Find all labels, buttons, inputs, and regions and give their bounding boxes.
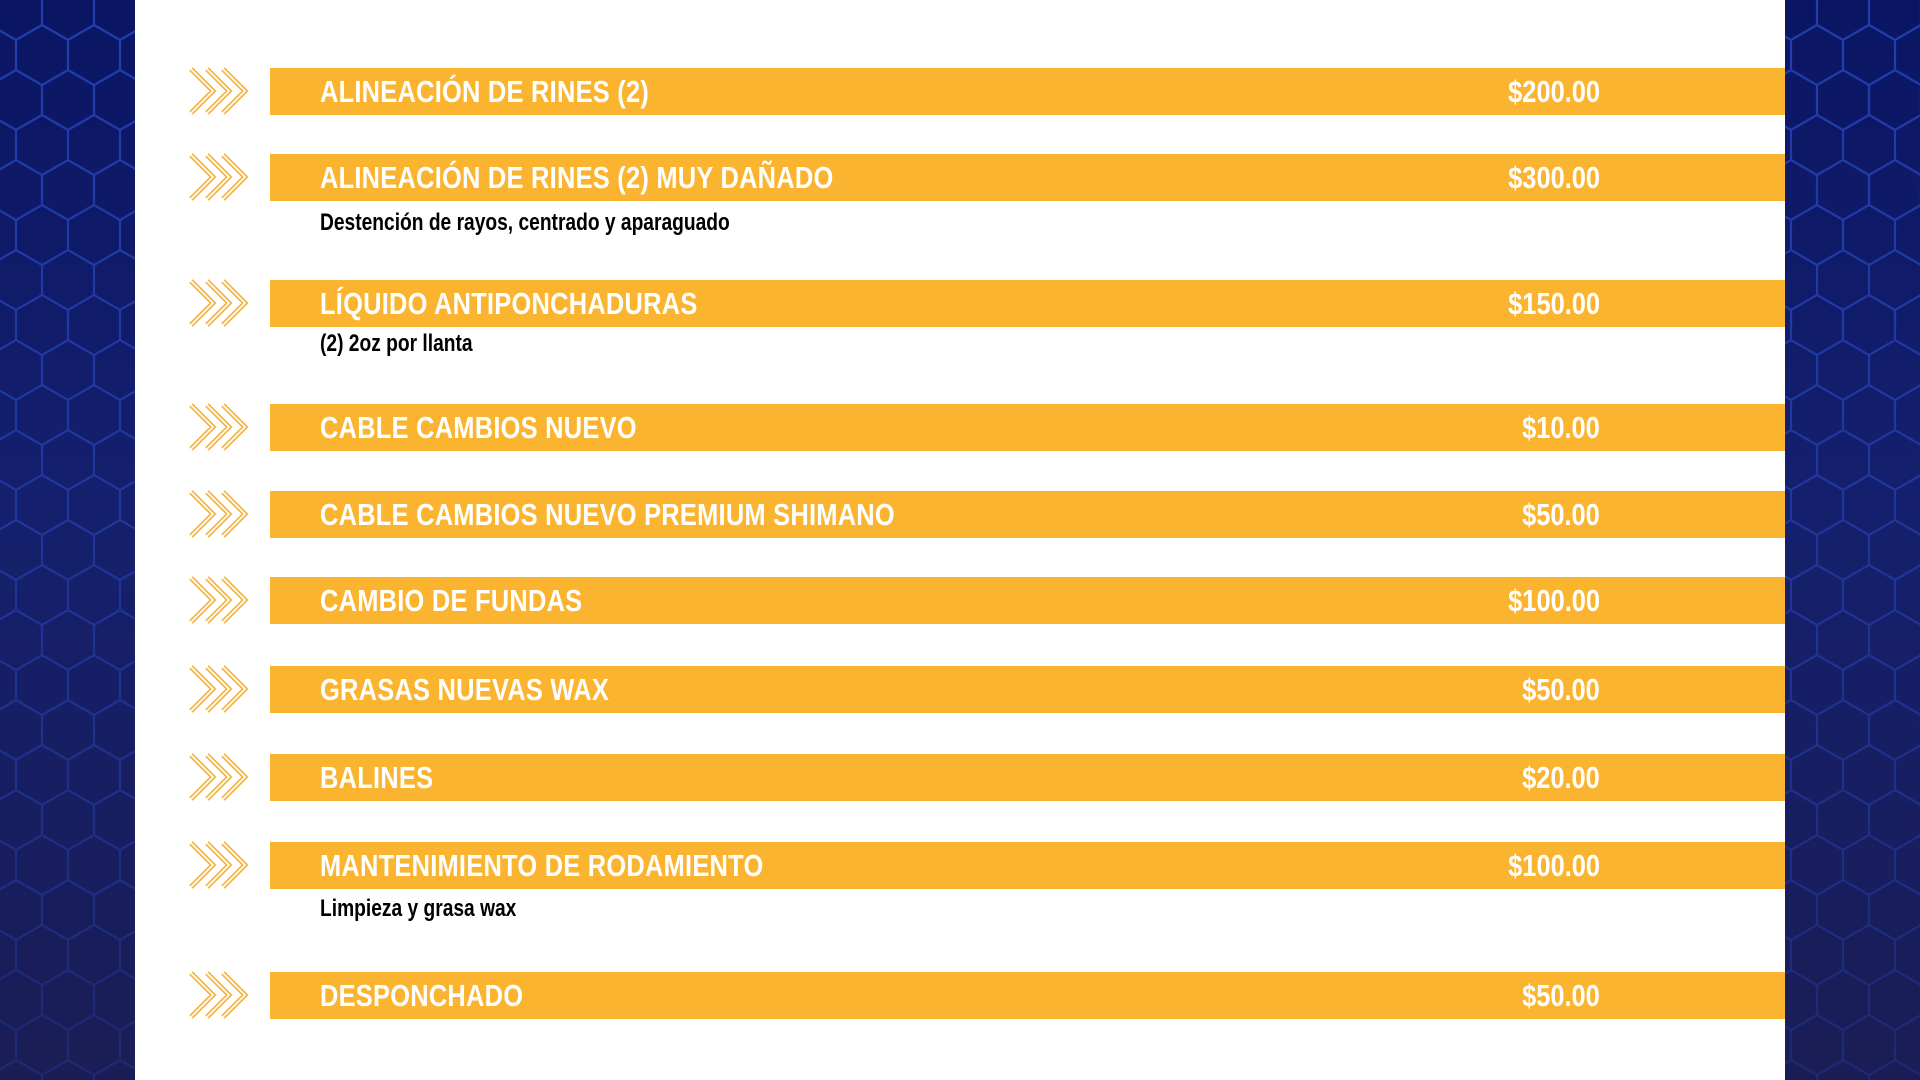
item-bar: CABLE CAMBIOS NUEVO $10.00 bbox=[270, 404, 1785, 451]
item-bar: MANTENIMIENTO DE RODAMIENTO $100.00 bbox=[270, 842, 1785, 889]
triple-chevron-right-icon bbox=[189, 490, 249, 538]
triple-chevron-right-icon bbox=[189, 153, 249, 201]
item-name: CAMBIO DE FUNDAS bbox=[320, 583, 583, 618]
item-bar: DESPONCHADO $50.00 bbox=[270, 972, 1785, 1019]
triple-chevron-right-icon bbox=[189, 665, 249, 713]
item-price: $100.00 bbox=[1508, 848, 1600, 883]
item-name: BALINES bbox=[320, 760, 434, 795]
item-price: $50.00 bbox=[1522, 978, 1600, 1013]
triple-chevron-right-icon bbox=[189, 971, 249, 1019]
item-price: $10.00 bbox=[1522, 410, 1600, 445]
item-price: $300.00 bbox=[1508, 160, 1600, 195]
item-name: CABLE CAMBIOS NUEVO bbox=[320, 410, 637, 445]
item-description: Destención de rayos, centrado y aparagua… bbox=[320, 209, 730, 236]
hexagon-pattern-right bbox=[1785, 0, 1920, 1080]
triple-chevron-right-icon bbox=[189, 67, 249, 115]
item-bar: LÍQUIDO ANTIPONCHADURAS $150.00 bbox=[270, 280, 1785, 327]
item-price: $200.00 bbox=[1508, 74, 1600, 109]
item-name: LÍQUIDO ANTIPONCHADURAS bbox=[320, 286, 698, 321]
item-name: ALINEACIÓN DE RINES (2) bbox=[320, 74, 650, 109]
item-name: ALINEACIÓN DE RINES (2) MUY DAÑADO bbox=[320, 160, 834, 195]
triple-chevron-right-icon bbox=[189, 841, 249, 889]
price-list: ALINEACIÓN DE RINES (2) $200.00 ALINEACI… bbox=[135, 0, 1785, 1080]
item-price: $50.00 bbox=[1522, 497, 1600, 532]
triple-chevron-right-icon bbox=[189, 403, 249, 451]
item-bar: GRASAS NUEVAS WAX $50.00 bbox=[270, 666, 1785, 713]
triple-chevron-right-icon bbox=[189, 279, 249, 327]
item-name: MANTENIMIENTO DE RODAMIENTO bbox=[320, 848, 764, 883]
item-name: CABLE CAMBIOS NUEVO PREMIUM SHIMANO bbox=[320, 497, 895, 532]
item-bar: ALINEACIÓN DE RINES (2) $200.00 bbox=[270, 68, 1785, 115]
item-bar: CAMBIO DE FUNDAS $100.00 bbox=[270, 577, 1785, 624]
item-bar: ALINEACIÓN DE RINES (2) MUY DAÑADO $300.… bbox=[270, 154, 1785, 201]
triple-chevron-right-icon bbox=[189, 576, 249, 624]
item-price: $20.00 bbox=[1522, 760, 1600, 795]
triple-chevron-right-icon bbox=[189, 753, 249, 801]
item-price: $50.00 bbox=[1522, 672, 1600, 707]
item-price: $100.00 bbox=[1508, 583, 1600, 618]
item-bar: BALINES $20.00 bbox=[270, 754, 1785, 801]
item-description: Limpieza y grasa wax bbox=[320, 895, 517, 922]
item-bar: CABLE CAMBIOS NUEVO PREMIUM SHIMANO $50.… bbox=[270, 491, 1785, 538]
item-name: DESPONCHADO bbox=[320, 978, 524, 1013]
item-description: (2) 2oz por llanta bbox=[320, 330, 473, 357]
item-name: GRASAS NUEVAS WAX bbox=[320, 672, 610, 707]
hexagon-pattern-left bbox=[0, 0, 135, 1080]
item-price: $150.00 bbox=[1508, 286, 1600, 321]
right-hexagon-panel bbox=[1785, 0, 1920, 1080]
left-hexagon-panel bbox=[0, 0, 135, 1080]
